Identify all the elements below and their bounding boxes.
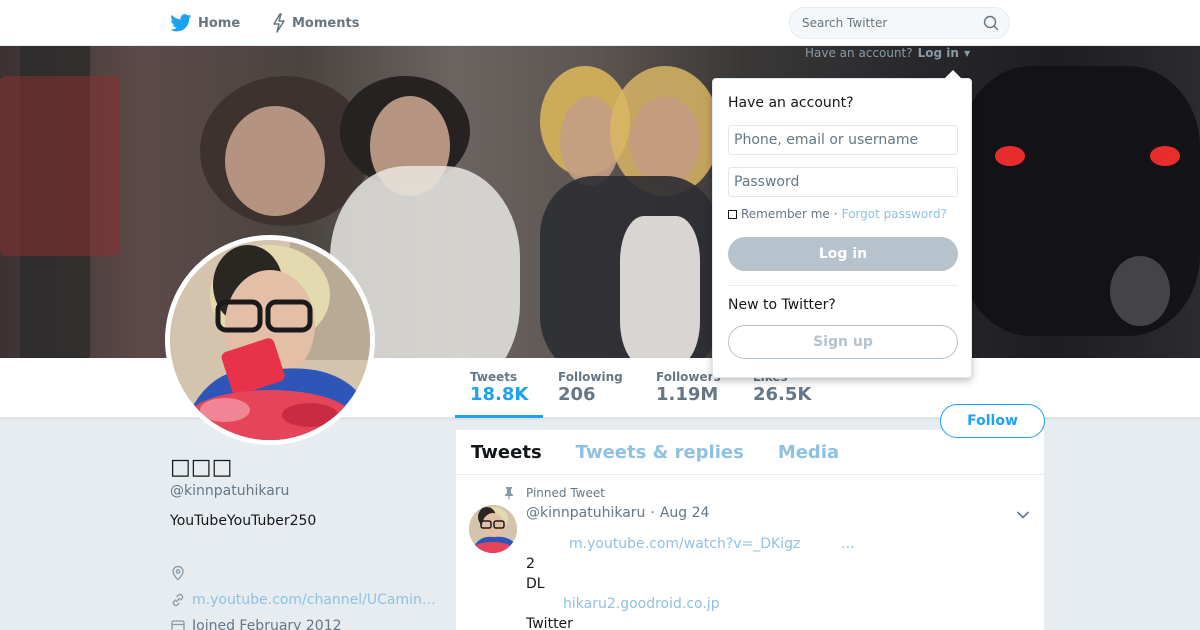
tweet-avatar[interactable] [469, 505, 517, 553]
tweet-separator: · [650, 505, 655, 521]
profile-screen-name[interactable]: @kinnpatuhikaru [170, 483, 445, 499]
profile-joined-text: Joined February 2012 [192, 618, 342, 630]
stat-following[interactable]: Following 206 [543, 358, 638, 418]
chevron-down-icon[interactable] [1016, 510, 1030, 520]
caret-down-icon: ▼ [963, 48, 971, 58]
stat-tweets[interactable]: Tweets 18.8K [455, 358, 543, 418]
stat-followers-label: Followers [656, 370, 721, 384]
tweet-line-link2: hikaru2.goodroid.co.jp [526, 594, 1029, 614]
nav-moments-label: Moments [292, 15, 360, 31]
timeline: Tweets Tweets & replies Media Pinned Twe… [456, 430, 1044, 630]
login-prompt-link[interactable]: Log in [918, 46, 959, 60]
search-box [789, 7, 1010, 39]
profile-avatar[interactable] [165, 235, 375, 445]
remember-separator: · [833, 207, 838, 221]
tweet-line-link1: m.youtube.com/watch?v=_DKigz … [526, 534, 1029, 554]
profile-location [170, 563, 445, 583]
nav-home[interactable]: Home [170, 0, 240, 46]
nav-moments[interactable]: Moments [272, 0, 359, 46]
top-navigation-bar: Home Moments [0, 0, 1200, 46]
profile-joined: Joined February 2012 [170, 616, 445, 630]
profile-info: □□□ @kinnpatuhikaru YouTubeYouTuber250 m… [170, 455, 445, 630]
stat-followers-value: 1.19M [656, 384, 719, 405]
profile-display-name: □□□ [170, 455, 233, 480]
stat-tweets-value: 18.8K [470, 384, 529, 405]
search-icon[interactable] [983, 15, 999, 31]
stat-following-value: 206 [558, 384, 596, 405]
tweet-link-ellipsis: … [840, 536, 855, 552]
login-prompt: Have an account? Log in ▼ [805, 46, 970, 60]
pin-icon [505, 487, 513, 500]
twitter-bird-icon [170, 14, 192, 32]
dropdown-arrow [944, 70, 962, 79]
tweet-handle[interactable]: @kinnpatuhikaru [526, 505, 645, 525]
tweet-body: m.youtube.com/watch?v=_DKigz … 2 DL hika… [526, 534, 1029, 630]
tab-media[interactable]: Media [778, 430, 839, 474]
nav-home-label: Home [198, 15, 241, 31]
new-to-twitter-label: New to Twitter? [728, 297, 836, 313]
login-button[interactable]: Log in [728, 237, 958, 271]
pinned-tweet-label: Pinned Tweet [526, 486, 605, 500]
stat-likes-value: 26.5K [753, 384, 812, 405]
tweet-line-4: Twitter [526, 616, 573, 630]
link-icon [172, 593, 184, 607]
dropdown-divider [728, 285, 958, 286]
tweet-avatar-image [469, 505, 517, 553]
signup-button[interactable]: Sign up [728, 325, 958, 359]
tab-tweets[interactable]: Tweets [471, 430, 542, 474]
stat-following-label: Following [558, 370, 623, 384]
lightning-icon [273, 13, 285, 33]
stat-tweets-label: Tweets [470, 370, 518, 384]
tweet-line-2: 2 [526, 556, 535, 572]
remember-row: Remember me · Forgot password? [728, 207, 947, 221]
calendar-icon [171, 620, 185, 630]
tweet-line-3: DL [526, 576, 545, 592]
profile-bio: YouTubeYouTuber250 [170, 513, 317, 529]
login-dropdown-title: Have an account? [728, 95, 854, 111]
remember-me-label[interactable]: Remember me [741, 207, 830, 221]
tweet-header: @kinnpatuhikaru · Aug 24 [526, 505, 1029, 525]
remember-me-checkbox[interactable] [728, 209, 737, 219]
login-dropdown: Have an account? Remember me · Forgot pa… [712, 70, 972, 378]
location-icon [172, 565, 184, 581]
username-field[interactable] [728, 125, 958, 155]
tweet-link-youtube[interactable]: m.youtube.com/watch?v=_DKigz [569, 536, 800, 552]
profile-url: m.youtube.com/channel/UCamin… [170, 590, 445, 610]
follow-button[interactable]: Follow [940, 404, 1045, 438]
forgot-password-link[interactable]: Forgot password? [842, 207, 947, 221]
login-prompt-text: Have an account? [805, 46, 913, 60]
pinned-tweet-context: Pinned Tweet [502, 485, 1029, 501]
tab-tweets-and-replies[interactable]: Tweets & replies [576, 430, 744, 474]
profile-url-link[interactable]: m.youtube.com/channel/UCamin… [192, 592, 436, 608]
search-input[interactable] [802, 8, 982, 38]
avatar-image [170, 240, 370, 440]
password-field[interactable] [728, 167, 958, 197]
tweet-link-goodroid[interactable]: hikaru2.goodroid.co.jp [563, 596, 720, 612]
pinned-tweet[interactable]: Pinned Tweet @kinnpatuhikaru · Aug 24 m.… [456, 475, 1044, 630]
tweet-date[interactable]: Aug 24 [660, 505, 710, 525]
